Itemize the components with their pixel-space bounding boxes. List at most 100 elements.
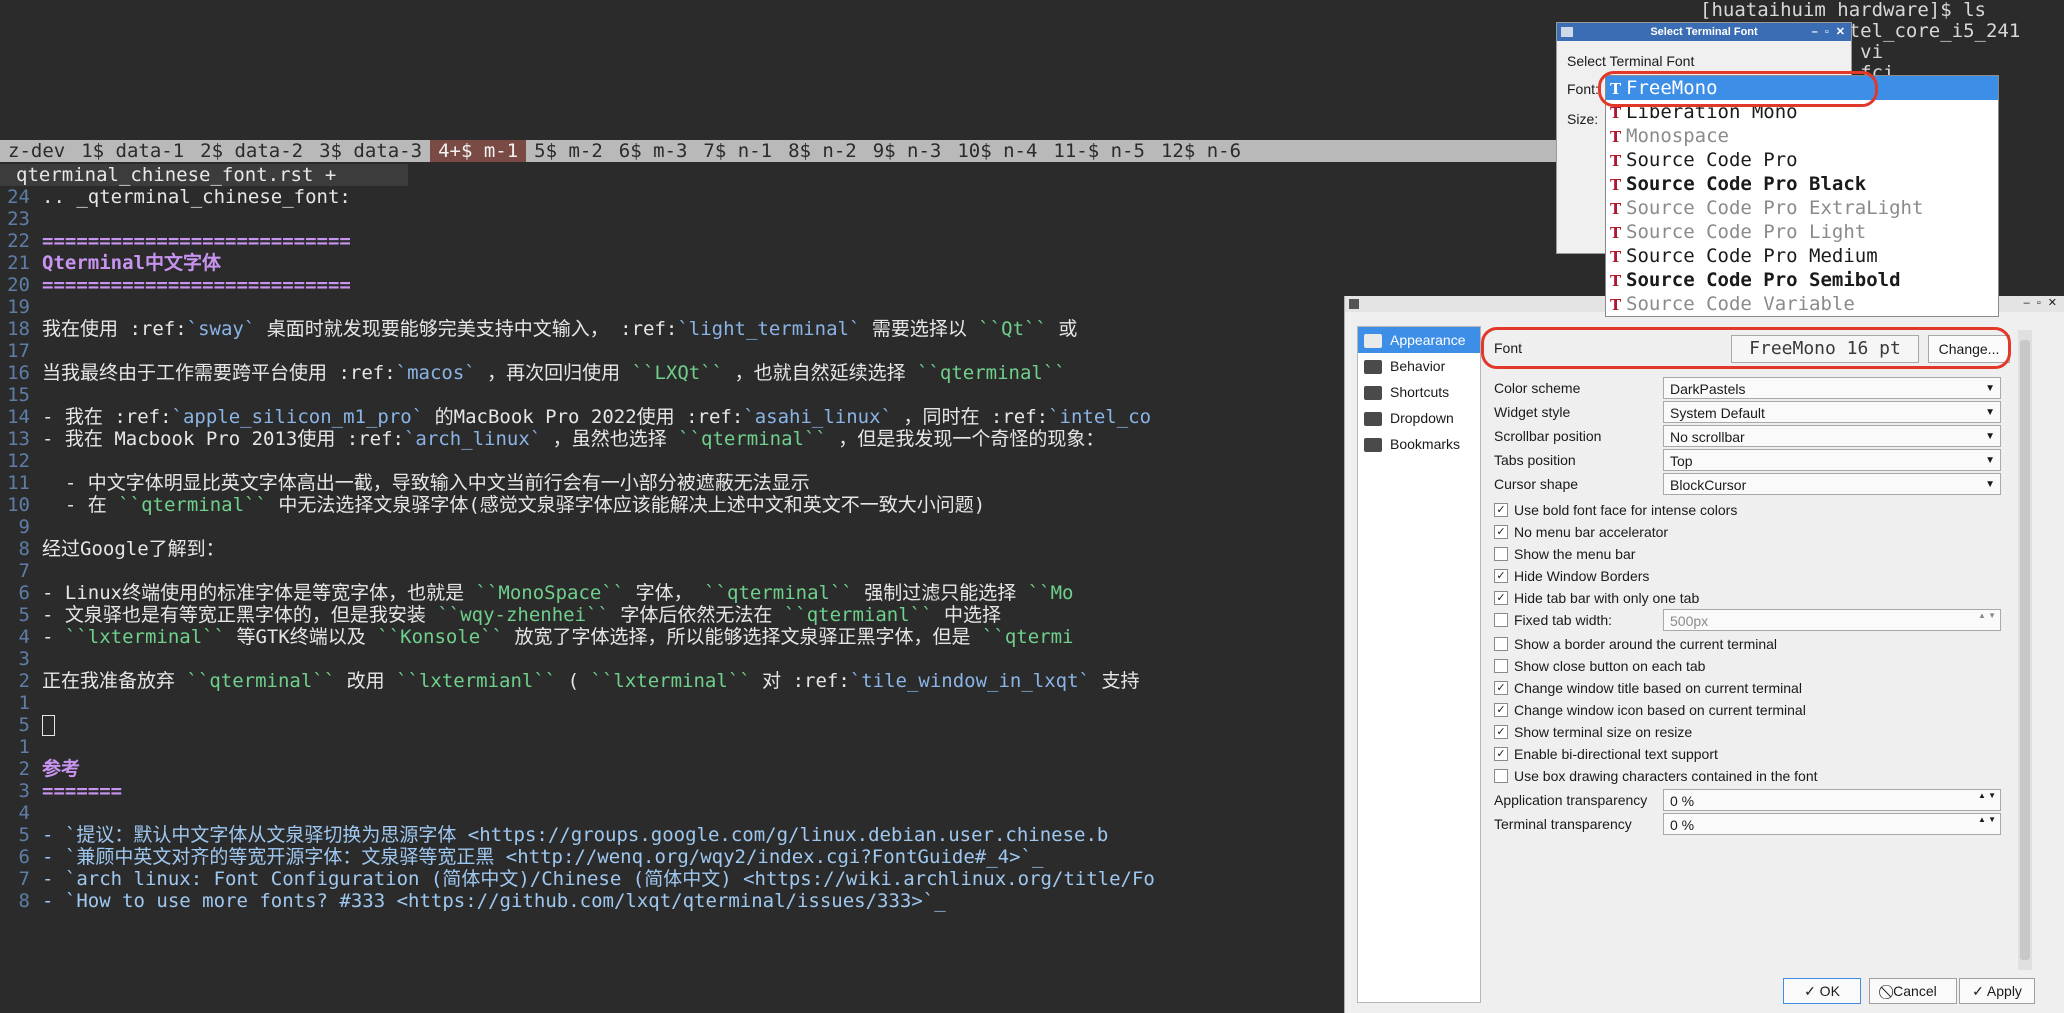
text-segment: `intel_co <box>1048 406 1152 428</box>
setting-checkbox-row[interactable]: ✓ Hide tab bar with only one tab <box>1485 586 2030 610</box>
line-number: 22 <box>7 230 30 252</box>
tmux-tab[interactable]: 7$ n-1 <box>695 140 780 162</box>
font-option[interactable]: T Source Code Pro Black <box>1606 172 1998 196</box>
setting-checkbox-row[interactable]: Show the menu bar <box>1485 542 2030 566</box>
tmux-tab[interactable]: 10$ n-4 <box>949 140 1045 162</box>
checkbox[interactable]: ✓ <box>1494 725 1508 739</box>
line-number: 17 <box>7 340 30 362</box>
apply-button[interactable]: ✓ Apply <box>1959 978 2035 1004</box>
setting-checkbox-row[interactable]: Show a border around the current termina… <box>1485 632 2030 656</box>
tmux-tab[interactable]: 9$ n-3 <box>865 140 950 162</box>
setting-checkbox-row[interactable]: ✓ Change window icon based on current ter… <box>1485 698 2030 722</box>
checkbox[interactable] <box>1494 613 1508 627</box>
tmux-tab[interactable]: 2$ data-2 <box>192 140 311 162</box>
checkbox-label: Show close button on each tab <box>1514 658 1706 674</box>
setting-checkbox-row[interactable]: Show close button on each tab <box>1485 654 2030 678</box>
setting-checkbox-row[interactable]: ✓ No menu bar accelerator <box>1485 520 2030 544</box>
text-segment: 需要选择以 <box>860 318 979 340</box>
setting-combo[interactable]: No scrollbar ▼ <box>1663 425 2001 447</box>
checkbox[interactable]: ✓ <box>1494 747 1508 761</box>
chevron-down-icon: ▼ <box>1985 431 1995 442</box>
checkbox[interactable] <box>1494 547 1508 561</box>
line-number: 6 <box>18 846 30 868</box>
setting-checkbox-row[interactable]: ✓ Use bold font face for intense colors <box>1485 498 2030 522</box>
spin-arrows-icon[interactable]: ▲ ▼ <box>1978 814 1996 825</box>
spinbox-value: 0 % <box>1670 817 1695 833</box>
font-option[interactable]: T Source Code Pro ExtraLight <box>1606 196 1998 220</box>
checkbox-label: Show terminal size on resize <box>1514 724 1693 740</box>
tmux-tab[interactable]: 1$ data-1 <box>73 140 192 162</box>
checkbox[interactable]: ✓ <box>1494 525 1508 539</box>
text-segment: ``Konsole`` <box>377 626 504 648</box>
setting-combo[interactable]: DarkPastels ▼ <box>1663 377 2001 399</box>
nav-item-behavior[interactable]: Behavior <box>1358 353 1480 379</box>
tmux-tab[interactable]: 8$ n-2 <box>780 140 865 162</box>
cancel-button[interactable]: ⃠ Cancel <box>1869 978 1957 1004</box>
checkbox[interactable] <box>1494 637 1508 651</box>
text-segment: - 在 <box>42 494 119 516</box>
font-dropdown-list[interactable]: T FreeMono T Liberation Mono T Monospace T Sour… <box>1605 75 1999 317</box>
checkbox[interactable]: ✓ <box>1494 569 1508 583</box>
tmux-tab[interactable]: 6$ m-3 <box>611 140 696 162</box>
setting-combo[interactable]: Top ▼ <box>1663 449 2001 471</box>
tmux-tab[interactable]: 11-$ n-5 <box>1045 140 1153 162</box>
checkbox[interactable] <box>1494 659 1508 673</box>
checkbox[interactable]: ✓ <box>1494 703 1508 717</box>
line-number: 2 <box>18 758 30 780</box>
line-number: 7 <box>18 868 30 890</box>
ok-button[interactable]: ✓ OK <box>1783 978 1861 1004</box>
font-option[interactable]: T Source Code Pro Medium <box>1606 244 1998 268</box>
setting-checkbox-row[interactable]: ✓ Show terminal size on resize <box>1485 720 2030 744</box>
tmux-tab[interactable]: 12$ n-6 <box>1153 140 1249 162</box>
checkbox[interactable] <box>1494 769 1508 783</box>
text-segment: ``MonoSpace`` <box>475 582 625 604</box>
line-number: 14 <box>7 406 30 428</box>
font-option[interactable]: T Source Code Pro Light <box>1606 220 1998 244</box>
spin-arrows-icon[interactable]: ▲ ▼ <box>1978 610 1996 621</box>
checkbox[interactable]: ✓ <box>1494 503 1508 517</box>
transparency-spinbox[interactable]: 0 % ▲ ▼ <box>1663 813 2001 835</box>
chevron-down-icon: ▼ <box>1985 407 1995 418</box>
font-option[interactable]: T Source Code Variable <box>1606 292 1998 316</box>
dialog-titlebar[interactable]: Select Terminal Font – ▫ ✕ <box>1557 23 1851 41</box>
window-controls[interactable]: – ▫ ✕ <box>1812 23 1847 41</box>
window-controls[interactable]: – ▫ ✕ <box>2024 296 2059 309</box>
dialog-heading: Select Terminal Font <box>1567 53 1695 69</box>
truetype-icon: T <box>1610 200 1622 218</box>
settings-scrollbar[interactable] <box>2018 330 2032 970</box>
setting-checkbox-row[interactable]: ✓ Enable bi-directional text support <box>1485 742 2030 766</box>
setting-checkbox-row[interactable]: Use box drawing characters contained in … <box>1485 764 2030 788</box>
nav-item-dropdown[interactable]: Dropdown <box>1358 405 1480 431</box>
font-option[interactable]: T Source Code Pro <box>1606 148 1998 172</box>
line-number: 5 <box>18 604 30 626</box>
truetype-icon: T <box>1610 224 1622 242</box>
font-option[interactable]: T Source Code Pro Semibold <box>1606 268 1998 292</box>
checkbox[interactable]: ✓ <box>1494 591 1508 605</box>
font-option[interactable]: T Monospace <box>1606 124 1998 148</box>
chevron-down-icon: ▼ <box>1985 383 1995 394</box>
checkbox[interactable]: ✓ <box>1494 681 1508 695</box>
tmux-tab[interactable]: 4+$ m-1 <box>430 140 527 162</box>
setting-row: Widget style System Default ▼ <box>1485 400 2030 424</box>
editor-file-tab[interactable]: qterminal_chinese_font.rst + <box>0 164 408 186</box>
nav-item-shortcuts[interactable]: Shortcuts <box>1358 379 1480 405</box>
setting-combo[interactable]: BlockCursor ▼ <box>1663 473 2001 495</box>
setting-checkbox-row[interactable]: ✓ Hide Window Borders <box>1485 564 2030 588</box>
line-number: 4 <box>18 802 30 824</box>
transparency-spinbox[interactable]: 0 % ▲ ▼ <box>1663 789 2001 811</box>
line-number: 13 <box>7 428 30 450</box>
tmux-tab[interactable]: 3$ data-3 <box>311 140 430 162</box>
font-option-label: Monospace <box>1626 125 1729 147</box>
nav-item-appearance[interactable]: Appearance <box>1358 327 1480 353</box>
line-number: 12 <box>7 450 30 472</box>
tmux-tab[interactable]: 5$ m-2 <box>526 140 611 162</box>
setting-checkbox-row[interactable]: ✓ Change window title based on current te… <box>1485 676 2030 700</box>
nav-item-bookmarks[interactable]: Bookmarks <box>1358 431 1480 457</box>
line-number: 8 <box>18 538 30 560</box>
scrollbar-thumb[interactable] <box>2020 340 2030 960</box>
setting-combo[interactable]: System Default ▼ <box>1663 401 2001 423</box>
tmux-tab[interactable]: z-dev <box>0 140 73 162</box>
spin-arrows-icon[interactable]: ▲ ▼ <box>1978 790 1996 801</box>
fixed-tab-width-spinbox[interactable]: 500px ▲ ▼ <box>1663 609 2001 631</box>
text-segment: `light_terminal` <box>677 318 861 340</box>
